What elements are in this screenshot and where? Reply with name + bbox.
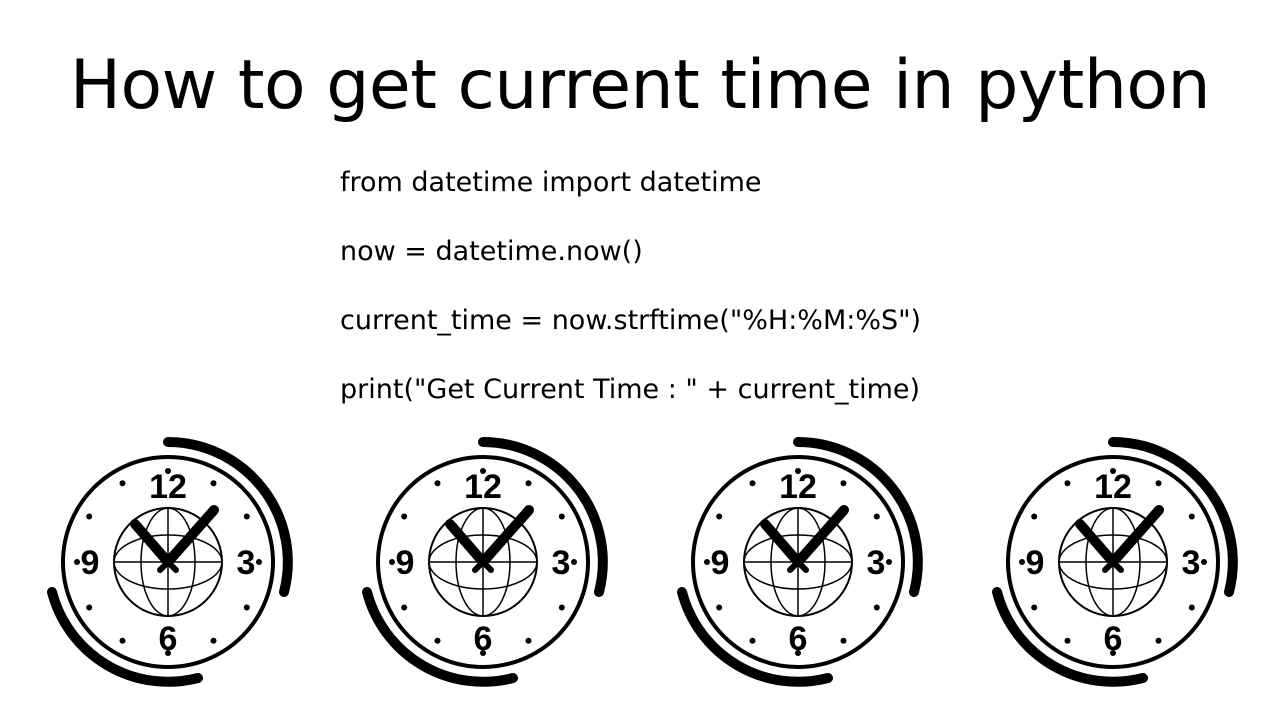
- clock-row: [0, 432, 1280, 692]
- code-snippet: from datetime import datetime now = date…: [340, 169, 1280, 403]
- code-line-2: now = datetime.now(): [340, 238, 1280, 265]
- clock-icon: [343, 432, 623, 692]
- code-line-4: print("Get Current Time : " + current_ti…: [340, 376, 1280, 403]
- clock-icon: [28, 432, 308, 692]
- clock-icon: [658, 432, 938, 692]
- code-line-3: current_time = now.strftime("%H:%M:%S"): [340, 307, 1280, 334]
- clock-icon: [973, 432, 1253, 692]
- code-line-1: from datetime import datetime: [340, 169, 1280, 196]
- page-title: How to get current time in python: [0, 0, 1280, 125]
